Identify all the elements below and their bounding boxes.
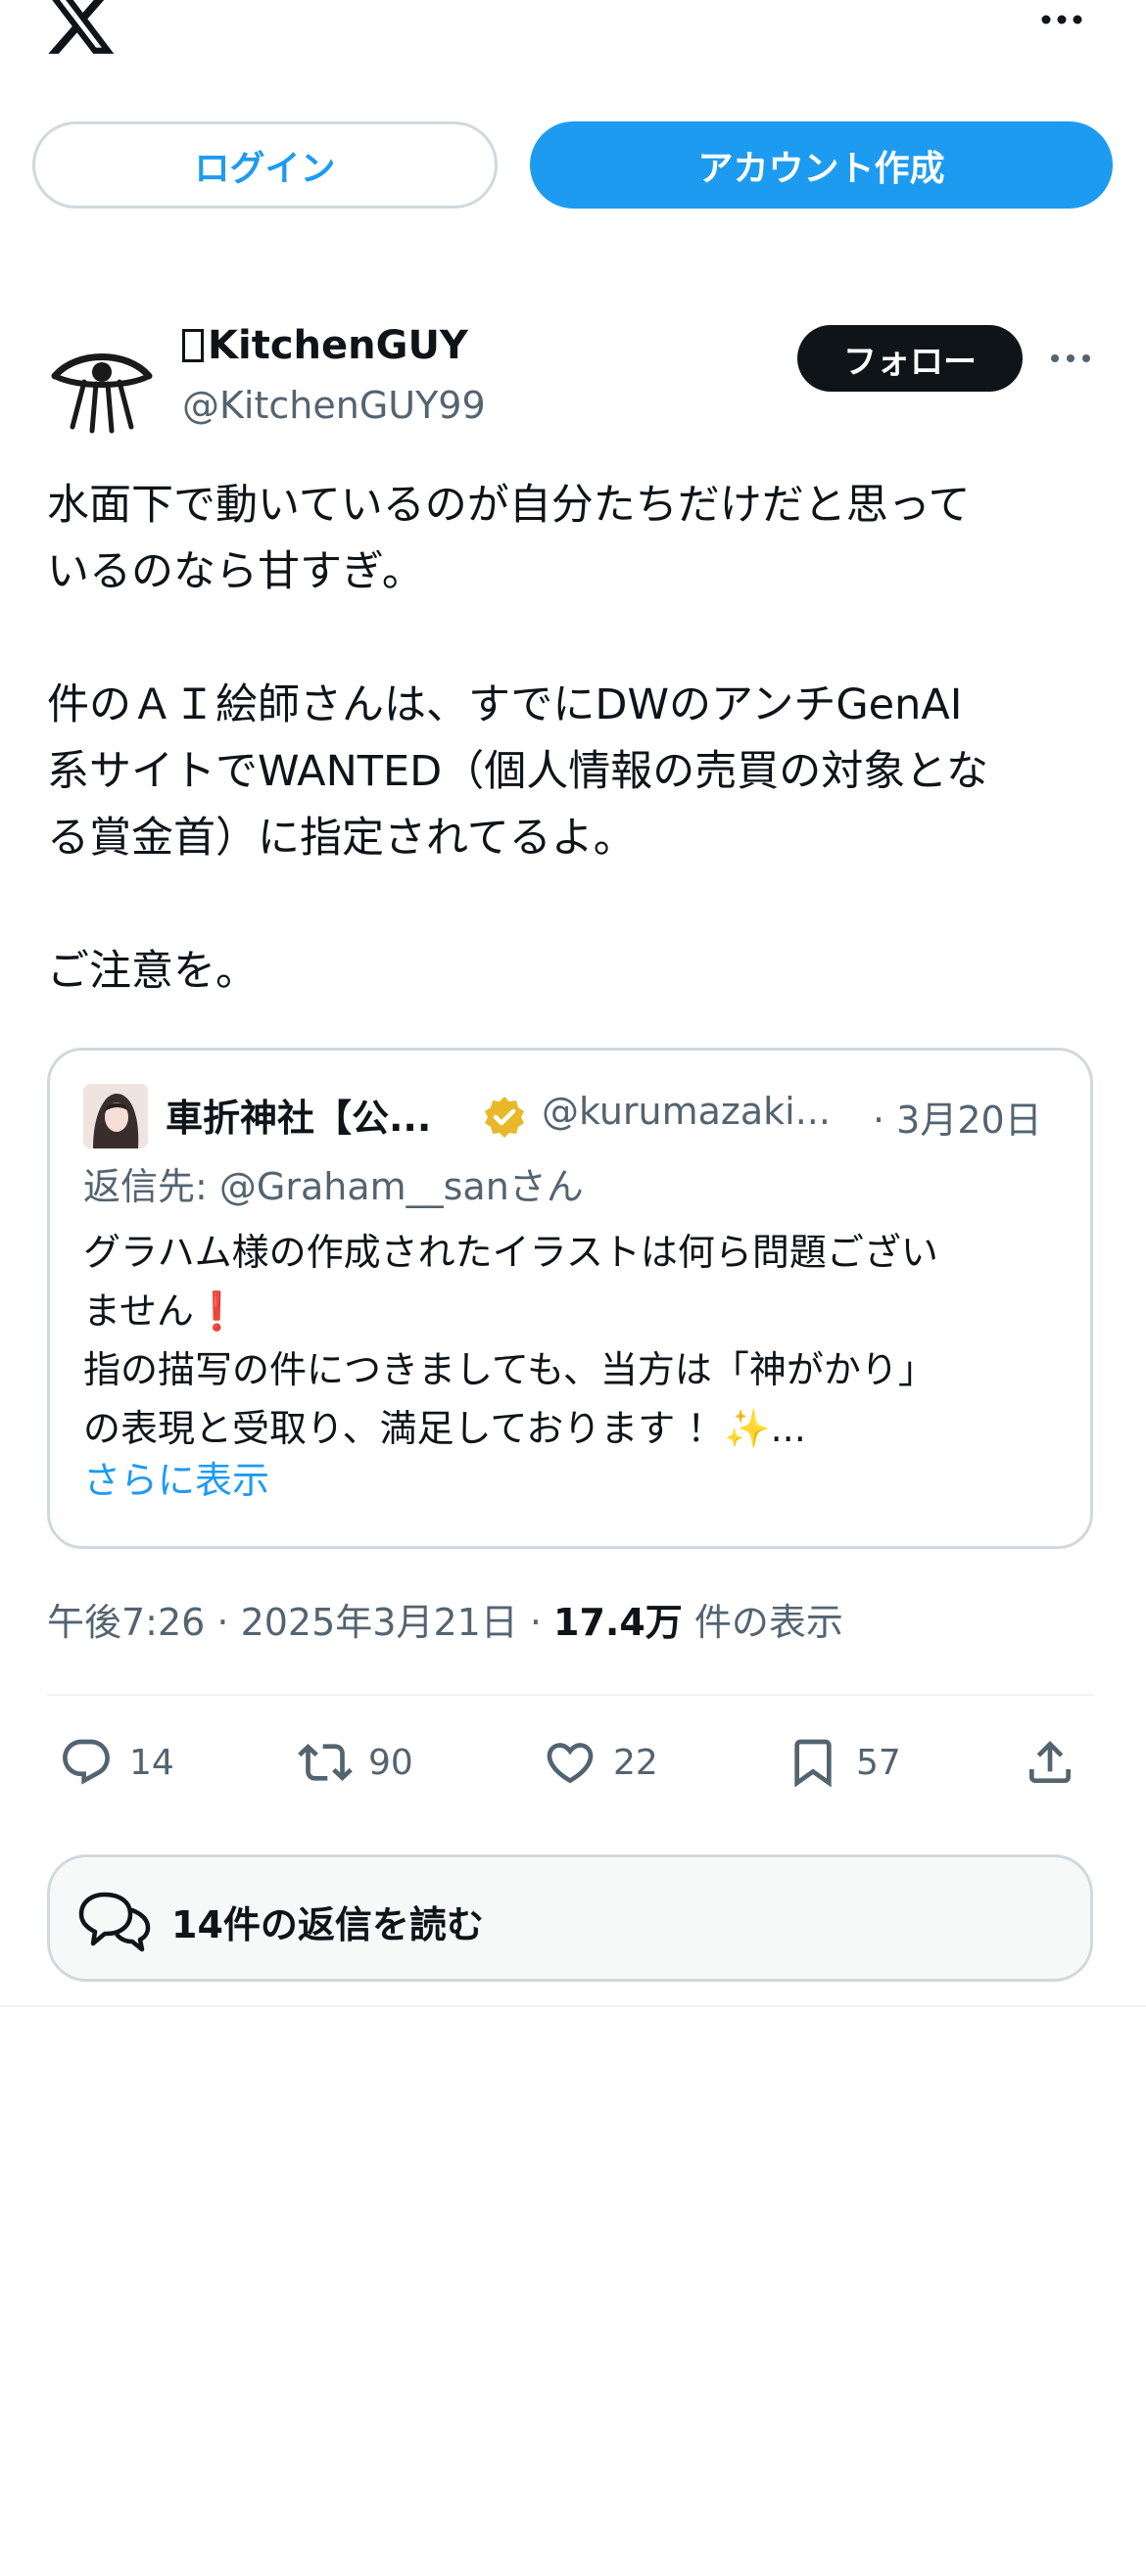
repost-count: 90 — [368, 1742, 413, 1783]
author-handle[interactable]: @KitchenGUY99 — [182, 384, 486, 427]
quoted-author-handle: @kurumazaki... — [542, 1090, 831, 1133]
author-avatar[interactable] — [47, 333, 157, 443]
post-body: 水面下で動いているのが自分たちだけだと思って いるのなら甘すぎ。 件のＡＩ絵師さ… — [47, 481, 989, 996]
quoted-reply-to: 返信先: @Graham__sanさん — [83, 1165, 584, 1208]
reply-icon — [63, 1739, 110, 1785]
post-timestamp[interactable]: 午後7:26 · 2025年3月21日 · — [47, 1601, 553, 1644]
post-meta: 午後7:26 · 2025年3月21日 · 17.4万 件の表示 — [47, 1592, 843, 1646]
post-more-icon[interactable] — [1047, 341, 1094, 376]
create-account-button[interactable]: アカウント作成 — [530, 121, 1113, 209]
heart-icon — [547, 1743, 594, 1784]
verified-gold-badge-icon — [485, 1097, 524, 1138]
quoted-post-date: · 3月20日 — [873, 1099, 1042, 1142]
quoted-post-body: グラハム様の作成されたイラストは何ら問題ござい ません❗ 指の描写の件につきまし… — [83, 1231, 938, 1450]
bookmark-action[interactable]: 57 — [786, 1733, 901, 1792]
reply-action[interactable]: 14 — [59, 1733, 174, 1792]
like-action[interactable]: 22 — [543, 1733, 658, 1792]
quoted-author-avatar — [83, 1084, 148, 1148]
reply-count: 14 — [129, 1742, 174, 1783]
unsupported-glyph-box — [182, 329, 204, 362]
quoted-author-name: 車折神社【公... — [166, 1097, 432, 1140]
share-icon — [1029, 1741, 1071, 1783]
read-replies-button[interactable]: 14件の返信を読む — [47, 1854, 1093, 1982]
repost-action[interactable]: 90 — [298, 1733, 413, 1792]
views-label: 件の表示 — [682, 1601, 843, 1644]
repost-icon — [298, 1744, 353, 1781]
avatar-illustration-icon — [83, 1084, 148, 1148]
author-display-name[interactable]: KitchenGUY — [182, 323, 468, 368]
bookmark-icon — [794, 1739, 832, 1788]
conversation-icon — [78, 1892, 151, 1952]
divider — [0, 2005, 1146, 2007]
share-action[interactable] — [1023, 1733, 1077, 1792]
login-button[interactable]: ログイン — [32, 121, 498, 209]
bookmark-count: 57 — [856, 1742, 901, 1783]
like-count: 22 — [613, 1742, 658, 1783]
read-replies-label: 14件の返信を読む — [171, 1903, 484, 1946]
quoted-post-card[interactable]: 車折神社【公... @kurumazaki... · 3月20日 返信先: @G… — [47, 1048, 1093, 1549]
x-logo-icon[interactable] — [43, 0, 118, 61]
show-more-link[interactable]: さらに表示 — [83, 1450, 269, 1504]
views-count: 17.4万 — [553, 1601, 683, 1644]
divider — [47, 1694, 1093, 1696]
more-horizontal-icon[interactable] — [1038, 0, 1085, 39]
follow-button[interactable]: フォロー — [797, 325, 1023, 392]
author-display-name-text: KitchenGUY — [208, 323, 468, 368]
